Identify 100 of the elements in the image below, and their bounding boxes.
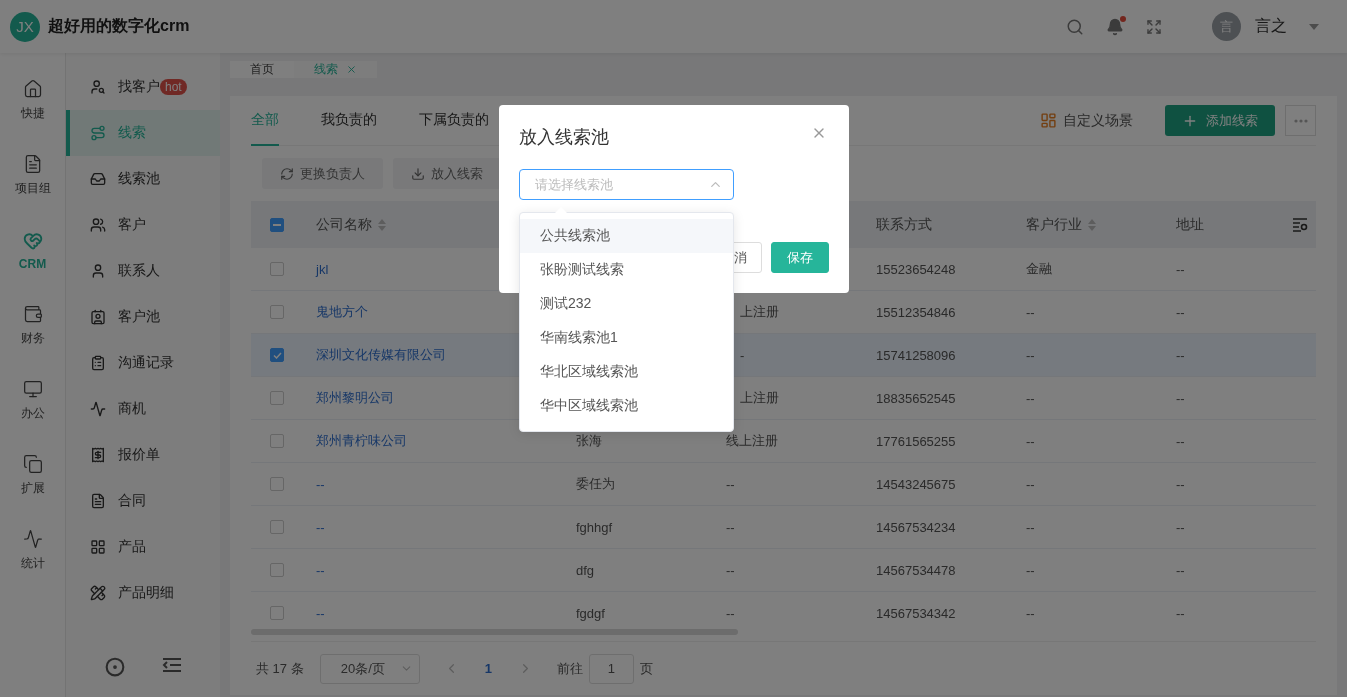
- company-link[interactable]: 郑州青柠味公司: [300, 432, 560, 450]
- page-number[interactable]: 1: [484, 661, 492, 676]
- page-tab[interactable]: 首页: [230, 61, 294, 78]
- grid-icon: [90, 539, 106, 555]
- search-icon[interactable]: [1066, 17, 1084, 36]
- dropdown-option[interactable]: 张盼测试线索: [520, 253, 733, 287]
- sidebar-item[interactable]: 产品明细: [66, 570, 220, 616]
- view-tab[interactable]: 下属负责的: [419, 95, 489, 146]
- row-checkbox[interactable]: [270, 262, 284, 276]
- save-button[interactable]: 保存: [771, 242, 829, 273]
- table-cell-text: --: [1175, 261, 1186, 277]
- sidebar-item[interactable]: 合同: [66, 478, 220, 524]
- target-icon[interactable]: [104, 657, 125, 677]
- dropdown-option[interactable]: 华北区域线索池: [520, 355, 733, 389]
- close-icon[interactable]: [346, 64, 357, 75]
- table-cell-text: --: [1025, 605, 1036, 621]
- goto-input[interactable]: 1: [588, 653, 634, 684]
- toolbar-button[interactable]: 放入线索: [393, 158, 501, 189]
- sidebar-item[interactable]: 客户池: [66, 294, 220, 340]
- add-button[interactable]: 添加线索: [1165, 105, 1275, 136]
- table-cell-text: --: [1175, 476, 1186, 492]
- table-cell-text: 张海: [575, 432, 603, 450]
- table-cell-text: 18835652545: [875, 390, 957, 406]
- table-cell-text: 14567534478: [875, 562, 957, 578]
- rail-item[interactable]: 项目组: [0, 138, 66, 213]
- column-header[interactable]: 客户行业: [1026, 215, 1096, 234]
- rail-item[interactable]: 财务: [0, 288, 66, 363]
- sidebar-item[interactable]: 产品: [66, 524, 220, 570]
- ellipsis-icon: [1293, 118, 1308, 123]
- sidebar-item[interactable]: 线索池: [66, 156, 220, 202]
- company-link[interactable]: --: [300, 562, 560, 578]
- rail-item[interactable]: 扩展: [0, 438, 66, 513]
- column-settings-icon[interactable]: [1293, 217, 1308, 232]
- copy-icon: [22, 454, 43, 474]
- dropdown-option[interactable]: 华南线索池1: [520, 321, 733, 355]
- app-title: 超好用的数字化crm: [48, 16, 190, 36]
- sidebar-item[interactable]: 联系人: [66, 248, 220, 294]
- rail-item[interactable]: 快捷: [0, 63, 66, 138]
- user-icon: [90, 263, 106, 279]
- more-button[interactable]: [1285, 105, 1316, 136]
- dialog-title: 放入线索池: [519, 126, 609, 149]
- row-checkbox[interactable]: [270, 391, 284, 405]
- company-link[interactable]: --: [300, 519, 560, 535]
- table-cell-text: --: [1025, 476, 1036, 492]
- table-cell-text: 15741258096: [875, 347, 957, 363]
- table-cell-text: --: [725, 519, 736, 535]
- row-checkbox[interactable]: [270, 477, 284, 491]
- page-unit: 页: [639, 659, 653, 678]
- table-cell-text: 上注册: [739, 389, 780, 407]
- table-cell-text: fghhgf: [575, 519, 614, 535]
- sidebar-item[interactable]: 客户: [66, 202, 220, 248]
- row-checkbox[interactable]: [270, 563, 284, 577]
- sidebar-item[interactable]: 商机: [66, 386, 220, 432]
- page-size-select[interactable]: 20条/页: [319, 653, 420, 684]
- company-link[interactable]: --: [300, 605, 560, 621]
- table-cell-text: --: [1175, 519, 1186, 535]
- pulse-icon: [22, 529, 43, 549]
- expand-icon[interactable]: [1146, 18, 1162, 35]
- collapse-icon[interactable]: [161, 657, 182, 673]
- table-cell-text: 14543245675: [875, 476, 957, 492]
- rail-item[interactable]: 统计: [0, 513, 66, 588]
- sidebar-item[interactable]: 沟通记录: [66, 340, 220, 386]
- clipboard-icon: [90, 355, 106, 371]
- layout-icon: [1040, 112, 1057, 129]
- column-header: 联系方式: [876, 215, 932, 234]
- table-cell-text: 15512354846: [875, 304, 957, 320]
- user-name[interactable]: 言之: [1255, 16, 1287, 37]
- dropdown-option[interactable]: 测试232: [520, 287, 733, 321]
- company-link[interactable]: --: [300, 476, 560, 492]
- row-checkbox[interactable]: [270, 434, 284, 448]
- view-tab[interactable]: 我负责的: [321, 95, 377, 146]
- table-cell-text: 委任为: [575, 475, 616, 493]
- sidebar-item[interactable]: 报价单: [66, 432, 220, 478]
- pencil-ruler-icon: [90, 585, 106, 601]
- table-cell-text: dfg: [575, 562, 596, 578]
- table-cell-text: --: [1025, 562, 1036, 578]
- row-checkbox[interactable]: [270, 606, 284, 620]
- scene-button[interactable]: 自定义场景: [1040, 111, 1133, 130]
- table-cell-text: 14567534342: [875, 605, 957, 621]
- toolbar-button[interactable]: 更换负责人: [262, 158, 383, 189]
- sort-icon[interactable]: [378, 218, 386, 231]
- table-cell-text: --: [1025, 519, 1036, 535]
- select-all-checkbox[interactable]: [270, 217, 284, 232]
- column-header[interactable]: 公司名称: [316, 215, 386, 234]
- goto-label: 前往: [556, 659, 583, 678]
- row-checkbox[interactable]: [270, 305, 284, 319]
- row-checkbox[interactable]: [270, 348, 284, 362]
- dropdown-option[interactable]: 华中区域线索池: [520, 389, 733, 423]
- users-icon: [90, 217, 106, 233]
- check-icon: [272, 351, 282, 359]
- caret-icon[interactable]: [1309, 23, 1319, 30]
- sidebar-item[interactable]: 找客户 hot: [66, 64, 220, 110]
- sort-icon[interactable]: [1088, 218, 1096, 231]
- inbox-icon: [90, 171, 106, 187]
- table-cell-text: 15523654248: [875, 261, 957, 277]
- rail-item[interactable]: 办公: [0, 363, 66, 438]
- dropdown-option[interactable]: 公共线索池: [520, 219, 733, 253]
- bell-icon[interactable]: [1106, 17, 1124, 36]
- receipt-icon: [90, 447, 106, 463]
- row-checkbox[interactable]: [270, 520, 284, 534]
